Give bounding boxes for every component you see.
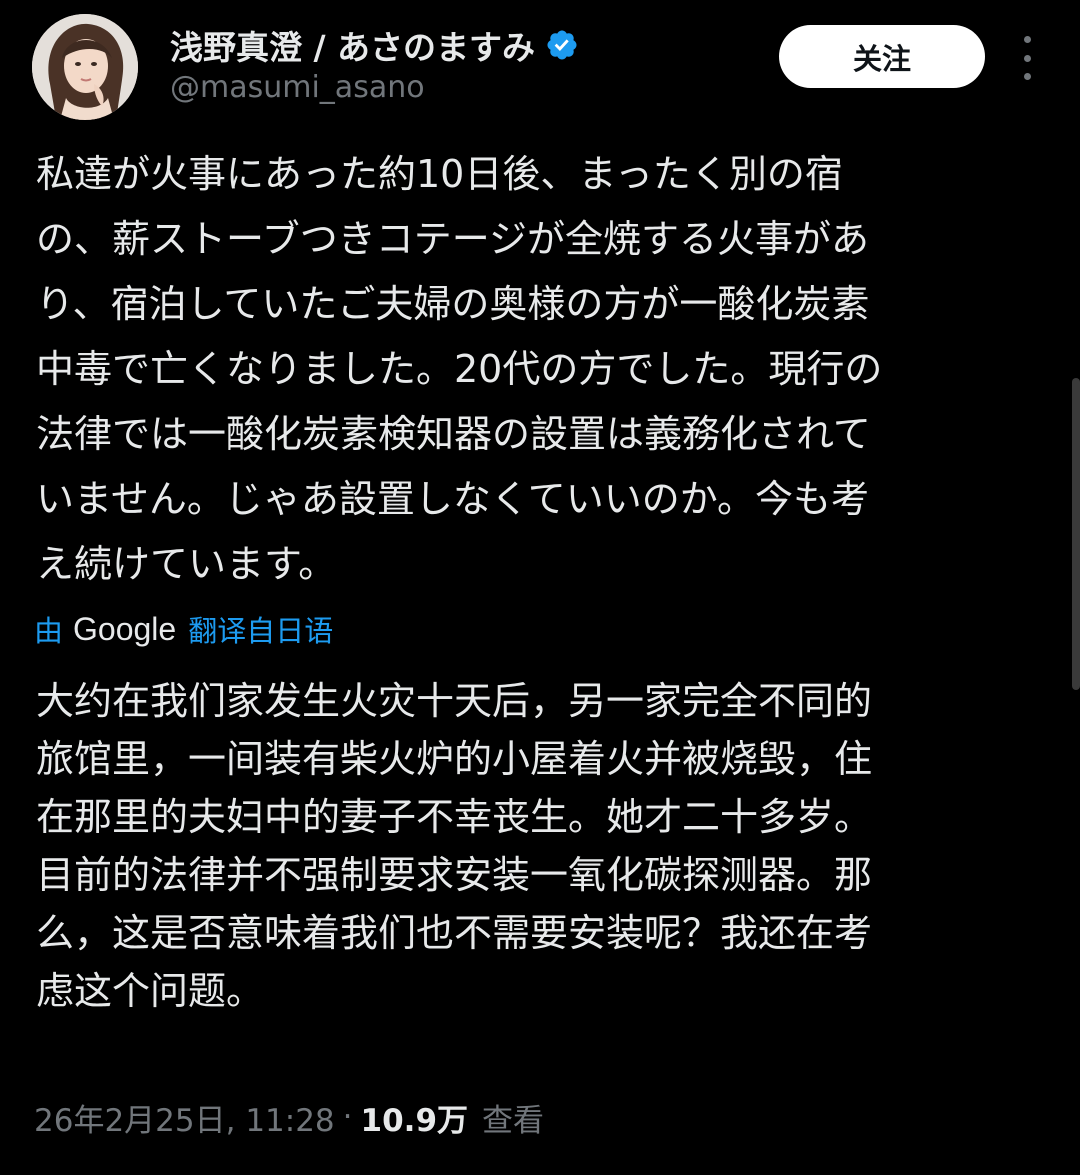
- more-vertical-icon[interactable]: [1010, 36, 1044, 80]
- tweet-text: 私達が火事にあった約10日後、まったく別の宿 の、薪ストーブつきコテージが全焼す…: [36, 142, 1036, 597]
- tweet-text-line: 法律では一酸化炭素検知器の設置は義務化されて: [36, 412, 871, 456]
- tweet-text-line: いません。じゃあ設置しなくていいのか。今も考: [36, 477, 869, 521]
- views-count: 10.9万: [360, 1102, 469, 1139]
- handle[interactable]: @masumi_asano: [170, 70, 579, 105]
- author-names: 浅野真澄 / あさのますみ @masumi_asano: [170, 24, 579, 105]
- translated-text-line: 虑这个问题。: [36, 969, 265, 1013]
- views-label: 查看: [482, 1102, 545, 1139]
- tweet-text-line: の、薪ストーブつきコテージが全焼する火事があ: [36, 217, 869, 261]
- translated-from-link[interactable]: 翻译自日语: [188, 608, 333, 650]
- tweet-text-line: え続けています。: [36, 542, 337, 586]
- more-dot: [1023, 54, 1031, 62]
- display-name-row: 浅野真澄 / あさのますみ: [170, 21, 579, 69]
- translated-by-label: 由: [34, 614, 64, 648]
- translation-attribution: 由 Google 翻译自日语: [34, 607, 333, 651]
- avatar[interactable]: [32, 14, 138, 120]
- tweet-header: 浅野真澄 / あさのますみ @masumi_asano 关注: [0, 0, 1080, 130]
- translated-text-line: 目前的法律并不强制要求安装一氧化碳探测器。那: [36, 853, 873, 897]
- translated-text-line: 大约在我们家发生火灾十天后，另一家完全不同的: [36, 679, 873, 723]
- translated-text-line: 旅馆里，一间装有柴火炉的小屋着火并被烧毁，住: [36, 737, 873, 781]
- more-dot: [1023, 73, 1031, 80]
- tweet-meta: 26年2月25日, 11:28 · 10.9万 查看: [34, 1092, 544, 1142]
- display-name[interactable]: 浅野真澄 / あさのますみ: [170, 21, 535, 69]
- translated-text: 大约在我们家发生火灾十天后，另一家完全不同的 旅馆里，一间装有柴火炉的小屋着火并…: [36, 672, 1036, 1020]
- google-logo: Google: [73, 610, 177, 647]
- tweet-text-line: り、宿泊していたご夫婦の奥様の方が一酸化炭素: [36, 282, 870, 326]
- follow-button[interactable]: 关注: [779, 25, 985, 88]
- translated-text-line: 么，这是否意味着我们也不需要安装呢？我还在考: [36, 911, 873, 955]
- translated-text-line: 在那里的夫妇中的妻子不幸丧生。她才二十多岁。: [36, 795, 873, 839]
- avatar-photo: [32, 14, 138, 120]
- timestamp[interactable]: 26年2月25日, 11:28: [34, 1095, 335, 1140]
- tweet-text-line: 中毒で亡くなりました。20代の方でした。現行の: [36, 347, 883, 391]
- scrollbar[interactable]: [1072, 378, 1080, 690]
- tweet-text-line: 私達が火事にあった約10日後、まったく別の宿: [36, 152, 843, 196]
- more-dot: [1023, 36, 1031, 43]
- meta-separator: ·: [342, 1099, 353, 1135]
- verified-badge-icon: [545, 28, 579, 62]
